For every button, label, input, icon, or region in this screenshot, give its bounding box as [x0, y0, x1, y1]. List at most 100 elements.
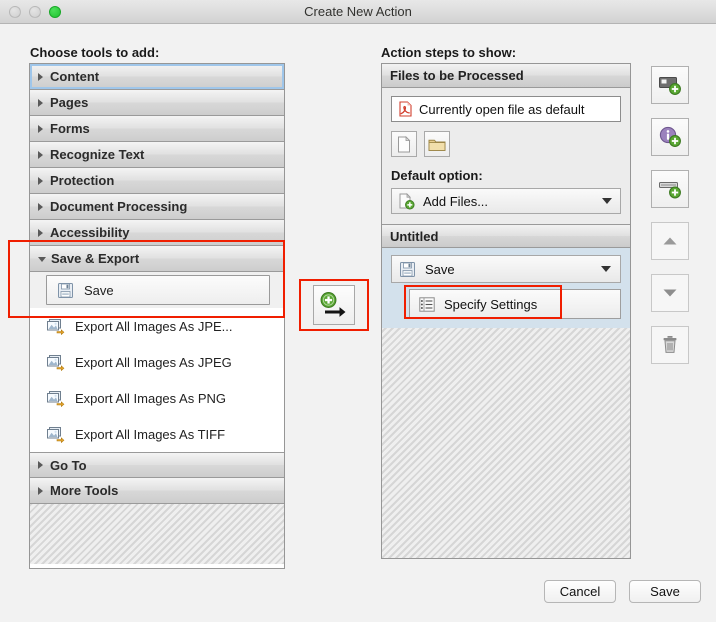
triangle-down-icon [663, 289, 677, 297]
file-buttons-row [391, 131, 621, 157]
tool-selection-box: Save [46, 275, 270, 305]
current-file-value: Currently open file as default [419, 101, 585, 117]
default-option-dropdown[interactable]: Add Files... [391, 188, 621, 214]
chevron-right-icon [38, 176, 43, 185]
category-pages[interactable]: Pages [30, 90, 284, 116]
tool-item-export-jpe[interactable]: Export All Images As JPE... [30, 308, 284, 344]
title-bar: Create New Action [0, 0, 716, 24]
chevron-right-icon [38, 124, 43, 133]
add-divider-button[interactable] [651, 170, 689, 208]
maximize-button[interactable] [49, 5, 61, 18]
tool-label: Export All Images As JPEG [75, 354, 232, 370]
category-label: More Tools [50, 483, 119, 498]
category-recognize-text[interactable]: Recognize Text [30, 142, 284, 168]
panel-add-icon [659, 77, 681, 95]
export-images-icon [47, 318, 65, 335]
category-label: Forms [50, 121, 90, 136]
default-option-value: Add Files... [423, 193, 489, 209]
chevron-right-icon [38, 461, 43, 469]
add-file-button[interactable] [391, 131, 417, 157]
move-up-button[interactable] [651, 222, 689, 260]
substep-label: Specify Settings [444, 296, 538, 312]
minimize-button[interactable] [29, 5, 41, 18]
chevron-right-icon [38, 228, 43, 237]
substep-container: Specify Settings [391, 289, 621, 319]
category-label: Document Processing [50, 199, 188, 214]
category-label: Go To [50, 457, 87, 473]
category-document-processing[interactable]: Document Processing [30, 194, 284, 220]
action-steps-label: Action steps to show: [381, 45, 517, 60]
steps-toolbar [651, 66, 689, 364]
substep-specify-settings[interactable]: Specify Settings [409, 289, 621, 319]
add-info-button[interactable] [651, 118, 689, 156]
export-images-icon [47, 390, 65, 407]
current-file-field[interactable]: Currently open file as default [391, 96, 621, 122]
pdf-file-icon [399, 101, 412, 117]
add-arrow-icon [320, 292, 346, 317]
choose-tools-label: Choose tools to add: [30, 45, 160, 60]
category-accessibility[interactable]: Accessibility [30, 220, 284, 246]
category-go-to[interactable]: Go To [30, 452, 284, 478]
tool-item-export-tiff[interactable]: Export All Images As TIFF [30, 416, 284, 452]
floppy-disk-icon [400, 261, 415, 277]
category-content[interactable]: Content [30, 64, 284, 90]
category-save-and-export[interactable]: Save & Export [30, 246, 284, 272]
default-option-label: Default option: [391, 168, 483, 183]
group-title: Untitled [390, 228, 439, 244]
save-button[interactable]: Save [629, 580, 701, 603]
info-add-icon [659, 126, 681, 147]
category-label: Content [50, 69, 100, 84]
chevron-right-icon [38, 202, 43, 211]
group-body-untitled: Save Specify Settings [382, 248, 630, 328]
chevron-down-icon [602, 198, 612, 204]
chevron-down-icon [601, 266, 611, 272]
category-forms[interactable]: Forms [30, 116, 284, 142]
cancel-button[interactable]: Cancel [544, 580, 616, 603]
tool-label: Export All Images As PNG [75, 390, 227, 406]
divider-add-icon [659, 182, 681, 199]
category-label: Accessibility [50, 225, 130, 240]
folder-icon [428, 139, 446, 151]
traffic-light-group [9, 5, 61, 18]
tool-item-export-jpeg[interactable]: Export All Images As JPEG [30, 344, 284, 380]
chevron-down-icon [38, 257, 46, 262]
document-icon [398, 135, 411, 152]
step-item-save[interactable]: Save [391, 255, 621, 283]
delete-button[interactable] [651, 326, 689, 364]
tools-list-panel[interactable]: Content Pages Forms Recognize Text Prote… [29, 63, 285, 569]
close-button[interactable] [9, 5, 21, 18]
category-protection[interactable]: Protection [30, 168, 284, 194]
chevron-right-icon [38, 150, 43, 159]
export-images-icon [47, 354, 65, 371]
tool-label: Export All Images As TIFF [75, 426, 226, 442]
create-new-action-dialog: Create New Action Choose tools to add: A… [0, 0, 716, 622]
move-down-button[interactable] [651, 274, 689, 312]
tool-item-export-png[interactable]: Export All Images As PNG [30, 380, 284, 416]
group-title: Files to be Processed [390, 68, 524, 83]
chevron-right-icon [38, 98, 43, 107]
group-header-files: Files to be Processed [382, 64, 630, 88]
window-title: Create New Action [304, 4, 412, 19]
category-more-tools[interactable]: More Tools [30, 478, 284, 504]
tool-item-save[interactable]: Save [30, 272, 284, 308]
chevron-right-icon [38, 486, 43, 495]
add-folder-button[interactable] [424, 131, 450, 157]
action-steps-panel[interactable]: Files to be Processed Currently open fil… [381, 63, 631, 559]
group-header-untitled: Untitled [382, 224, 630, 248]
trash-icon [663, 336, 677, 353]
category-label: Protection [50, 173, 115, 188]
add-panel-button[interactable] [651, 66, 689, 104]
triangle-up-icon [663, 237, 677, 245]
steps-empty-area [382, 328, 630, 558]
export-images-icon [47, 426, 65, 443]
group-body-files: Currently open file as default Default o… [382, 88, 630, 224]
category-label: Pages [50, 95, 89, 110]
floppy-disk-icon [58, 282, 73, 298]
category-label: Save & Export [51, 251, 140, 266]
settings-list-icon [419, 296, 435, 312]
chevron-right-icon [38, 72, 43, 81]
add-to-action-button[interactable] [313, 285, 355, 325]
tool-label: Export All Images As JPE... [75, 318, 233, 334]
document-add-icon [399, 192, 415, 210]
tools-empty-area [30, 504, 284, 564]
